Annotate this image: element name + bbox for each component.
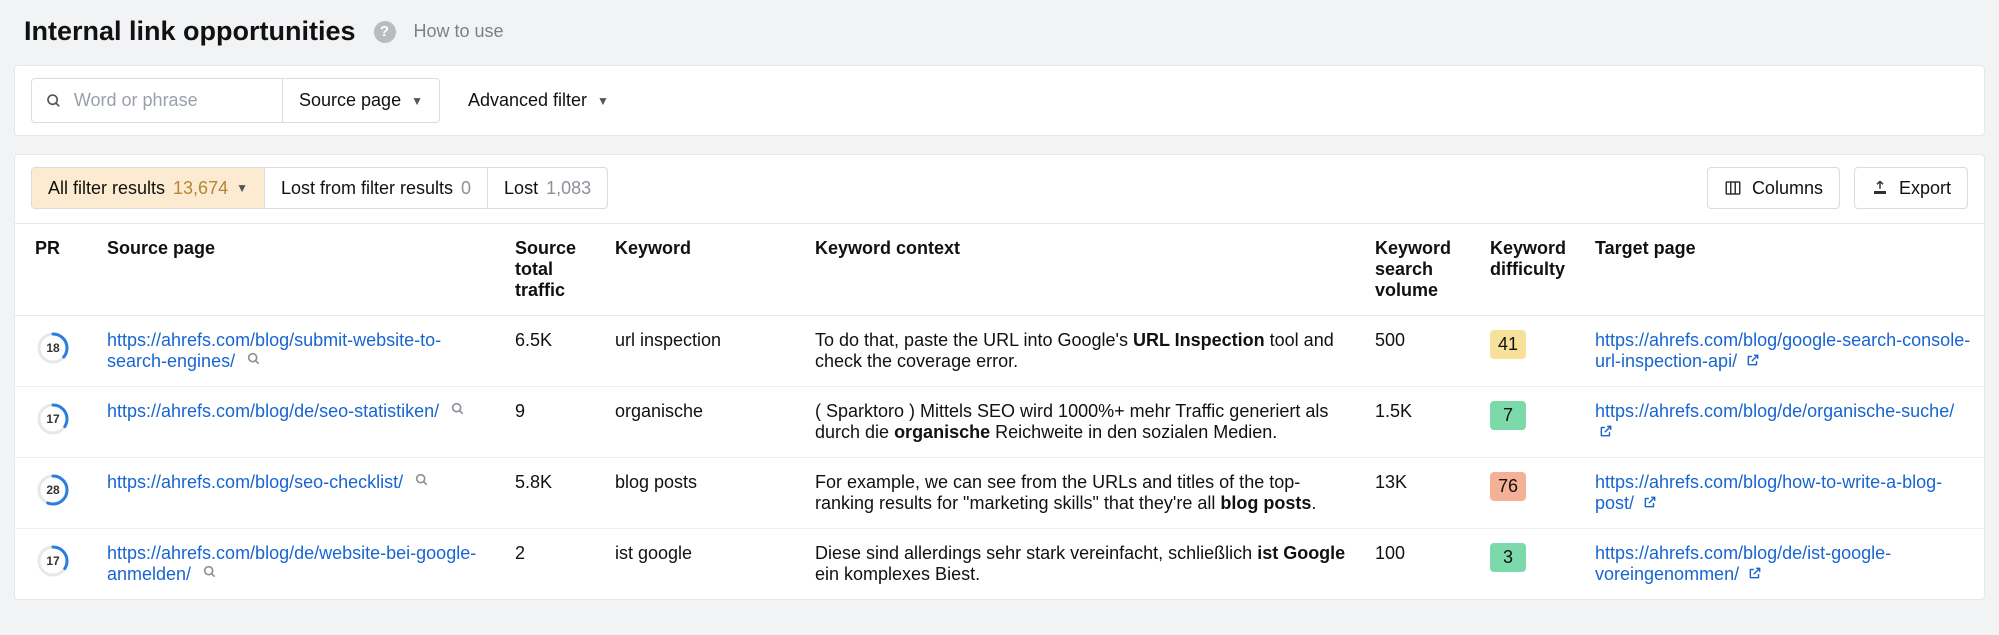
context-cell: For example, we can see from the URLs an… <box>803 458 1363 529</box>
context-cell: Diese sind allerdings sehr stark vereinf… <box>803 529 1363 600</box>
chevron-down-icon: ▼ <box>411 94 423 108</box>
dropdown-label: Advanced filter <box>468 90 587 111</box>
advanced-filter-dropdown[interactable]: Advanced filter ▼ <box>468 90 609 111</box>
inspect-icon[interactable] <box>414 472 430 492</box>
search-input[interactable] <box>72 89 268 112</box>
tab-count: 13,674 <box>173 178 228 199</box>
target-page-link[interactable]: https://ahrefs.com/blog/de/organische-su… <box>1595 401 1954 421</box>
traffic-cell: 9 <box>503 387 603 458</box>
kd-badge: 7 <box>1490 401 1526 430</box>
table-row: 18 https://ahrefs.com/blog/submit-websit… <box>15 316 1984 387</box>
col-source[interactable]: Source page <box>95 224 503 316</box>
filter-panel: Source page ▼ Advanced filter ▼ <box>14 65 1985 136</box>
inspect-icon[interactable] <box>450 401 466 421</box>
svg-text:18: 18 <box>46 341 60 355</box>
external-link-icon[interactable] <box>1599 422 1613 442</box>
inspect-icon[interactable] <box>246 351 262 371</box>
kd-badge: 76 <box>1490 472 1526 501</box>
external-link-icon[interactable] <box>1746 351 1760 371</box>
col-volume[interactable]: Keyword search volume <box>1363 224 1478 316</box>
source-page-dropdown[interactable]: Source page ▼ <box>283 79 439 122</box>
dropdown-label: Source page <box>299 90 401 111</box>
volume-cell: 13K <box>1363 458 1478 529</box>
table-row: 17 https://ahrefs.com/blog/de/seo-statis… <box>15 387 1984 458</box>
tab-label: Lost <box>504 178 538 199</box>
tab-all-filter-results[interactable]: All filter results 13,674 ▼ <box>32 168 265 208</box>
context-cell: ( Sparktoro ) Mittels SEO wird 1000%+ me… <box>803 387 1363 458</box>
traffic-cell: 5.8K <box>503 458 603 529</box>
results-panel: All filter results 13,674 ▼ Lost from fi… <box>14 154 1985 600</box>
source-page-link[interactable]: https://ahrefs.com/blog/submit-website-t… <box>107 330 441 371</box>
keyword-cell: ist google <box>603 529 803 600</box>
button-label: Export <box>1899 178 1951 199</box>
traffic-cell: 2 <box>503 529 603 600</box>
tab-label: All filter results <box>48 178 165 199</box>
volume-cell: 100 <box>1363 529 1478 600</box>
source-page-link[interactable]: https://ahrefs.com/blog/de/website-bei-g… <box>107 543 476 584</box>
search-group: Source page ▼ <box>31 78 440 123</box>
svg-text:17: 17 <box>46 554 60 568</box>
chevron-down-icon: ▼ <box>236 181 248 195</box>
external-link-icon[interactable] <box>1643 493 1657 513</box>
col-diff[interactable]: Keyword difficulty <box>1478 224 1583 316</box>
table-row: 17 https://ahrefs.com/blog/de/website-be… <box>15 529 1984 600</box>
button-label: Columns <box>1752 178 1823 199</box>
page-title: Internal link opportunities <box>24 16 356 47</box>
export-icon <box>1871 179 1889 197</box>
tab-count: 0 <box>461 178 471 199</box>
kd-badge: 3 <box>1490 543 1526 572</box>
kd-badge: 41 <box>1490 330 1526 359</box>
how-to-use-link[interactable]: How to use <box>414 21 504 42</box>
columns-button[interactable]: Columns <box>1707 167 1840 209</box>
keyword-cell: url inspection <box>603 316 803 387</box>
help-icon[interactable]: ? <box>374 21 396 43</box>
svg-text:28: 28 <box>46 483 60 497</box>
export-button[interactable]: Export <box>1854 167 1968 209</box>
volume-cell: 500 <box>1363 316 1478 387</box>
search-icon <box>46 92 62 110</box>
inspect-icon[interactable] <box>202 564 218 584</box>
page-header: Internal link opportunities ? How to use <box>0 0 1999 65</box>
col-traffic[interactable]: Source total traffic <box>503 224 603 316</box>
tab-lost[interactable]: Lost 1,083 <box>488 168 607 208</box>
filter-tabs: All filter results 13,674 ▼ Lost from fi… <box>31 167 608 209</box>
columns-icon <box>1724 179 1742 197</box>
svg-text:17: 17 <box>46 412 60 426</box>
col-context[interactable]: Keyword context <box>803 224 1363 316</box>
pr-ring: 18 <box>35 330 71 371</box>
target-page-link[interactable]: https://ahrefs.com/blog/google-search-co… <box>1595 330 1970 371</box>
tab-count: 1,083 <box>546 178 591 199</box>
external-link-icon[interactable] <box>1748 564 1762 584</box>
col-pr[interactable]: PR <box>15 224 95 316</box>
traffic-cell: 6.5K <box>503 316 603 387</box>
source-page-link[interactable]: https://ahrefs.com/blog/de/seo-statistik… <box>107 401 439 421</box>
volume-cell: 1.5K <box>1363 387 1478 458</box>
tab-lost-from-filter[interactable]: Lost from filter results 0 <box>265 168 488 208</box>
chevron-down-icon: ▼ <box>597 94 609 108</box>
results-table: PR Source page Source total traffic Keyw… <box>15 223 1984 599</box>
table-row: 28 https://ahrefs.com/blog/seo-checklist… <box>15 458 1984 529</box>
col-keyword[interactable]: Keyword <box>603 224 803 316</box>
source-page-link[interactable]: https://ahrefs.com/blog/seo-checklist/ <box>107 472 403 492</box>
col-target[interactable]: Target page <box>1583 224 1984 316</box>
pr-ring: 28 <box>35 472 71 513</box>
pr-ring: 17 <box>35 543 71 584</box>
keyword-cell: organische <box>603 387 803 458</box>
keyword-cell: blog posts <box>603 458 803 529</box>
target-page-link[interactable]: https://ahrefs.com/blog/de/ist-google-vo… <box>1595 543 1891 584</box>
tab-label: Lost from filter results <box>281 178 453 199</box>
pr-ring: 17 <box>35 401 71 442</box>
context-cell: To do that, paste the URL into Google's … <box>803 316 1363 387</box>
